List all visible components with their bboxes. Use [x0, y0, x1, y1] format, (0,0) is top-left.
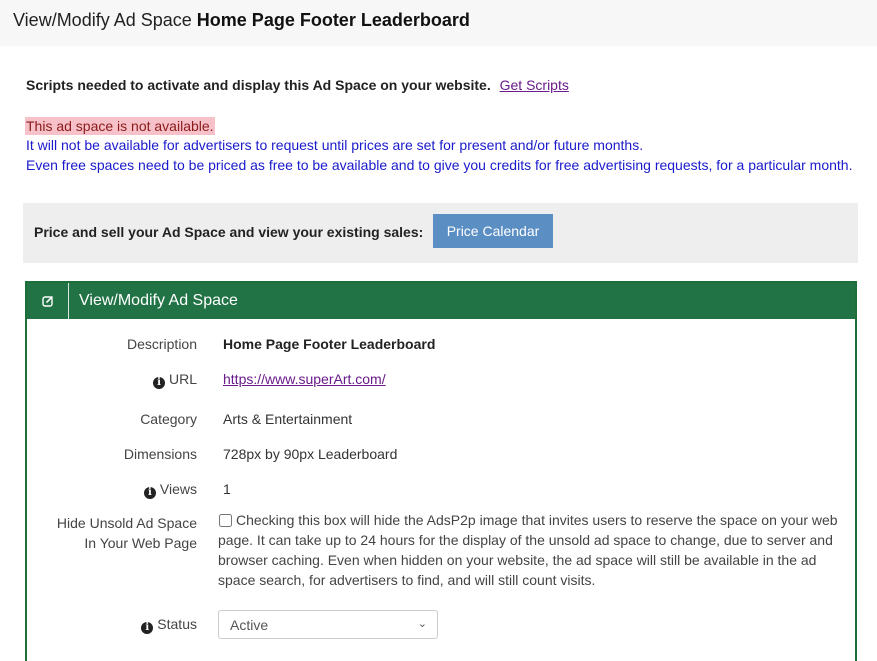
url-label-text: URL	[168, 371, 197, 387]
hide-unsold-label: Hide Unsold Ad Space In Your Web Page	[57, 513, 197, 553]
scripts-notice: Scripts needed to activate and display t…	[26, 77, 569, 93]
hide-unsold-field: Checking this box will hide the AdsP2p i…	[218, 510, 838, 590]
hide-unsold-label-line-2: In Your Web Page	[84, 535, 197, 551]
chevron-down-icon: ⌄	[417, 618, 427, 630]
availability-info-line-1: It will not be available for advertisers…	[26, 137, 644, 153]
status-label: i Status	[141, 616, 197, 634]
page-header: View/Modify Ad Space Home Page Footer Le…	[0, 0, 877, 46]
status-label-text: Status	[157, 616, 197, 632]
views-label-text: Views	[159, 481, 197, 497]
info-icon[interactable]: i	[141, 622, 154, 634]
panel-header: View/Modify Ad Space	[27, 283, 855, 319]
dimensions-value: 728px by 90px Leaderboard	[223, 446, 398, 462]
views-value: 1	[223, 481, 231, 497]
panel-title: View/Modify Ad Space	[79, 292, 238, 309]
status-selected-value: Active	[230, 617, 269, 633]
url-value: https://www.superArt.com/	[223, 371, 386, 387]
url-label: i URL	[152, 371, 197, 389]
info-icon[interactable]: i	[143, 487, 156, 499]
page-title-prefix: View/Modify Ad Space	[13, 10, 192, 30]
hide-unsold-checkbox[interactable]	[219, 514, 232, 527]
price-calendar-bar: Price and sell your Ad Space and view yo…	[23, 203, 858, 263]
get-scripts-link[interactable]: Get Scripts	[500, 77, 569, 93]
url-link[interactable]: https://www.superArt.com/	[223, 371, 386, 387]
availability-info-line-2: Even free spaces need to be priced as fr…	[26, 157, 853, 173]
category-value: Arts & Entertainment	[223, 411, 353, 427]
dimensions-label: Dimensions	[123, 446, 197, 462]
status-select[interactable]: Active ⌄	[218, 610, 438, 639]
price-bar-label: Price and sell your Ad Space and view yo…	[34, 224, 424, 240]
hide-unsold-label-line-1: Hide Unsold Ad Space	[56, 515, 197, 531]
hide-unsold-description: Checking this box will hide the AdsP2p i…	[218, 512, 838, 588]
page-title-ad-space-name: Home Page Footer Leaderboard	[196, 10, 470, 30]
page-title: View/Modify Ad Space Home Page Footer Le…	[13, 10, 470, 31]
description-label: Description	[126, 336, 197, 352]
view-modify-panel: View/Modify Ad Space Description Home Pa…	[25, 281, 857, 661]
info-icon[interactable]: i	[152, 377, 165, 389]
not-available-alert: This ad space is not available.	[25, 117, 215, 135]
scripts-notice-text: Scripts needed to activate and display t…	[26, 77, 491, 93]
views-label: i Views	[143, 481, 197, 499]
edit-icon	[27, 283, 69, 319]
category-label: Category	[140, 411, 197, 427]
price-calendar-button[interactable]: Price Calendar	[433, 214, 553, 248]
description-value: Home Page Footer Leaderboard	[223, 336, 436, 352]
